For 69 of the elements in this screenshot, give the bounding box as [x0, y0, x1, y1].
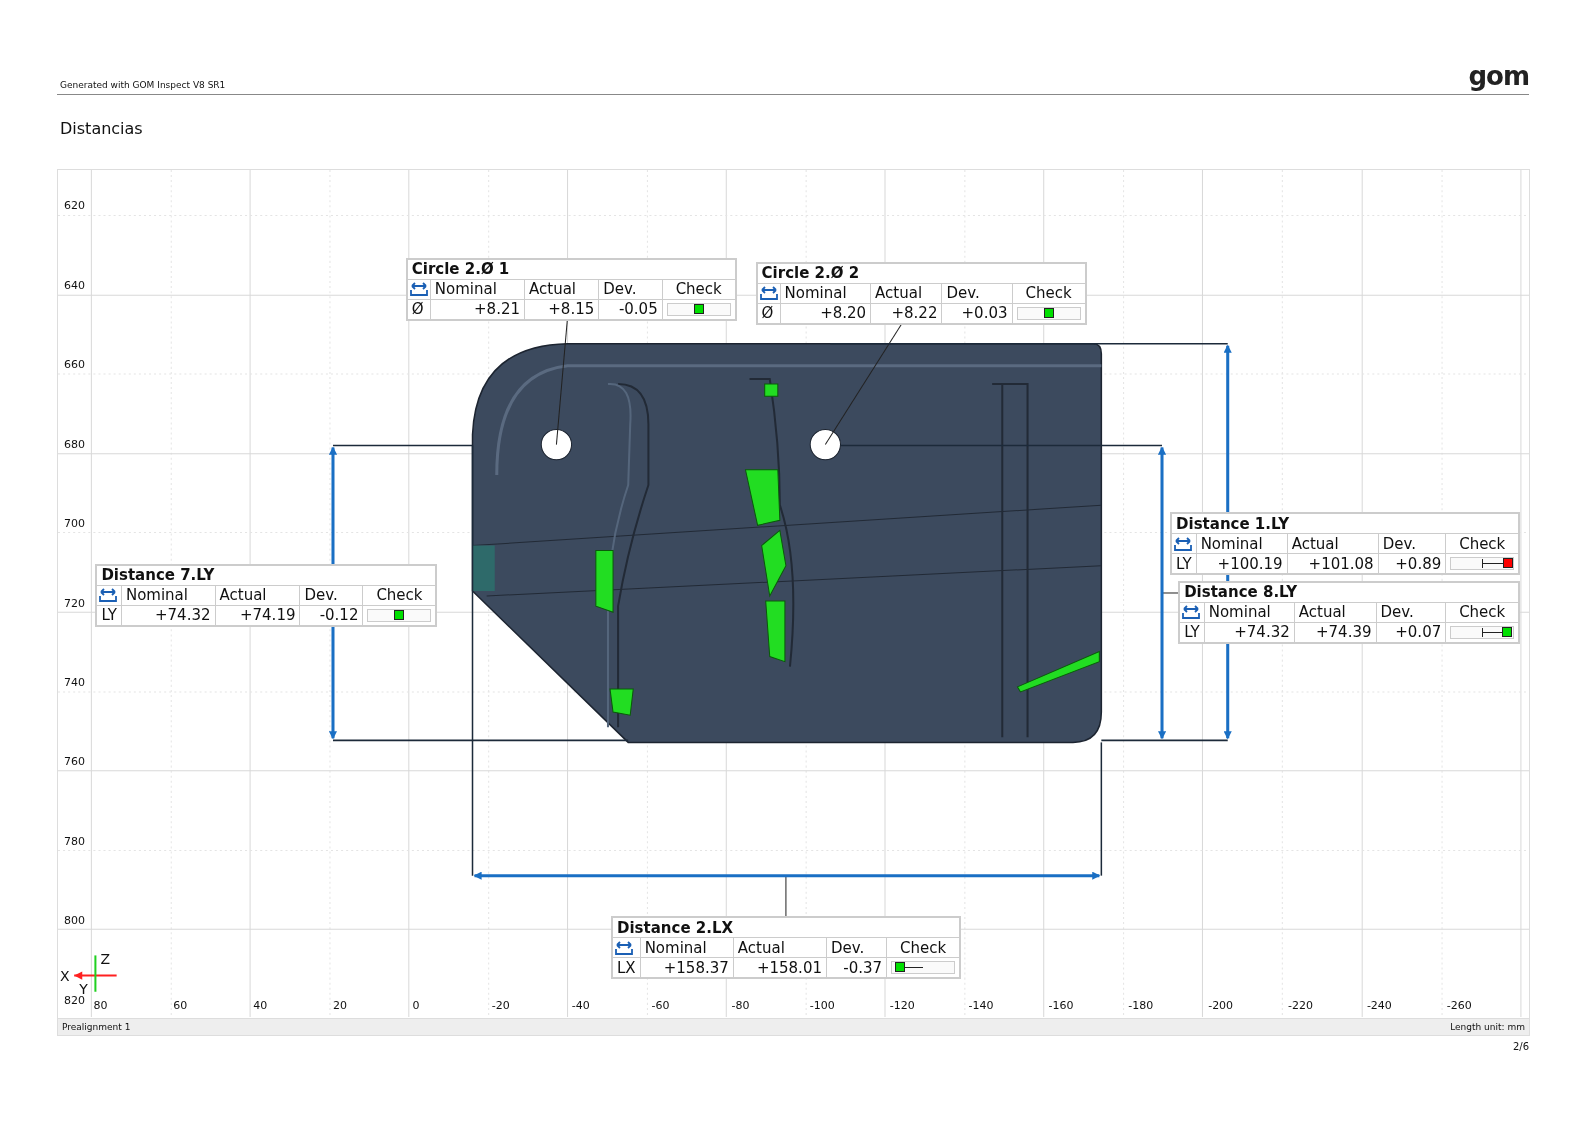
column-header: Actual — [733, 937, 827, 958]
y-axis-tick-label: 780 — [64, 834, 85, 848]
x-axis-tick-label: 20 — [333, 999, 348, 1012]
column-header: Actual — [1294, 602, 1376, 623]
y-axis-tick-label: 660 — [64, 357, 85, 371]
x-axis-tick-label: -20 — [491, 999, 510, 1012]
y-axis-tick-label: 680 — [64, 437, 85, 451]
hole-marker — [809, 428, 841, 461]
generator-text: Generated with GOM Inspect V8 SR1 — [60, 80, 226, 90]
y-axis-tick-label: 720 — [64, 596, 85, 610]
x-axis-tick-label: -220 — [1288, 999, 1313, 1012]
column-header: Check — [362, 585, 437, 606]
x-axis-tick-label: -120 — [889, 999, 915, 1012]
dimension-icon — [409, 282, 428, 297]
leader-line — [785, 875, 787, 918]
x-axis-tick-label: -40 — [571, 999, 590, 1012]
column-header: Actual — [215, 585, 300, 606]
x-axis-tick-label: -240 — [1366, 999, 1392, 1012]
column-header: Check — [1445, 602, 1520, 623]
y-axis-tick-label: 620 — [64, 198, 85, 212]
length-unit-text: Length unit: mm — [1450, 1022, 1525, 1032]
x-axis-tick-label: -180 — [1128, 999, 1154, 1012]
column-header: Check — [662, 279, 736, 300]
column-header: Actual — [870, 283, 942, 304]
x-axis-tick-label: -60 — [651, 999, 670, 1012]
column-header: Dev. — [598, 279, 663, 300]
page-number: 2/6 — [1512, 1041, 1529, 1052]
axis-label: X — [60, 967, 70, 984]
dimension-icon — [1182, 605, 1201, 620]
x-axis-tick-label: -80 — [731, 999, 750, 1012]
column-header: Dev. — [941, 283, 1012, 304]
x-axis-tick-label: -140 — [968, 999, 994, 1012]
y-axis-tick-label: 700 — [64, 516, 85, 530]
axis-label: Z — [100, 951, 111, 968]
column-header: Check — [1012, 283, 1086, 304]
column-header: Actual — [1287, 533, 1379, 554]
column-header: Nominal — [121, 585, 215, 606]
y-axis-tick-label: 740 — [64, 675, 85, 689]
x-axis-tick-label: -160 — [1048, 999, 1074, 1012]
y-axis-tick-label: 800 — [64, 913, 85, 927]
dimension-icon — [99, 588, 118, 603]
x-axis-tick-label: -200 — [1208, 999, 1234, 1012]
column-header: Nominal — [1204, 602, 1295, 623]
x-axis-tick-label: 0 — [412, 999, 420, 1012]
x-axis-tick-label: 80 — [93, 999, 108, 1012]
x-axis-tick-label: -260 — [1446, 999, 1472, 1012]
y-axis-tick-label: 760 — [64, 754, 85, 768]
column-header: Nominal — [430, 279, 525, 300]
dimension-icon — [759, 286, 778, 301]
column-header: Nominal — [1196, 533, 1288, 554]
x-axis-tick-label: -100 — [809, 999, 835, 1012]
hole-marker — [540, 428, 573, 461]
x-axis-tick-label: 40 — [253, 999, 268, 1012]
y-axis-tick-label: 640 — [64, 278, 85, 292]
column-header: Dev. — [299, 585, 363, 606]
column-header: Dev. — [1378, 533, 1446, 554]
column-header: Actual — [524, 279, 599, 300]
axis-triad-drawing — [74, 955, 117, 992]
logo: gom — [1468, 62, 1529, 90]
page-title: Distancias — [59, 118, 144, 140]
column-header: Dev. — [826, 937, 887, 958]
leader-line — [1161, 592, 1179, 594]
x-axis-tick-label: 60 — [173, 999, 188, 1012]
dimension-icon — [1174, 536, 1193, 551]
dimension-icon — [615, 940, 633, 955]
alignment-text: Prealignment 1 — [62, 1022, 131, 1032]
column-header: Dev. — [1376, 602, 1446, 623]
column-header: Nominal — [780, 283, 871, 304]
column-header: Nominal — [640, 937, 734, 958]
